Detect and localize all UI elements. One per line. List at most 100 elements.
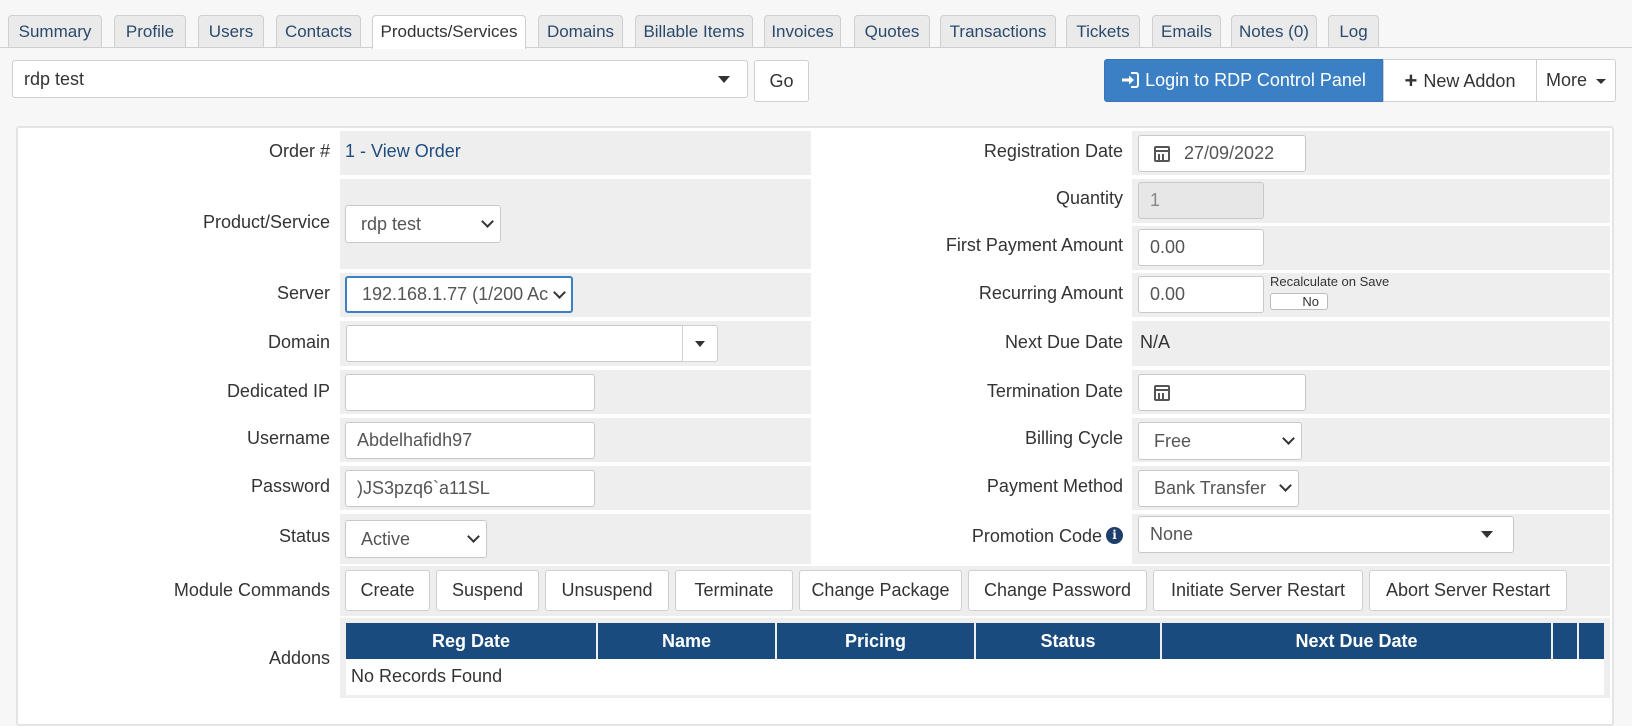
first-payment-value: 0.00	[1150, 237, 1186, 257]
more-label: More	[1545, 70, 1587, 90]
server-select-value: 192.168.1.77 (1/200 Ac	[362, 284, 549, 304]
domain-label: Domain	[267, 332, 330, 352]
domain-dropdown-button[interactable]	[682, 325, 718, 362]
tab-notes[interactable]: Notes (0)	[1231, 15, 1317, 47]
first-payment-label: First Payment Amount	[945, 235, 1123, 255]
reg-date-input[interactable]: 27/09/2022	[1138, 135, 1306, 172]
new-addon-label: New Addon	[1423, 71, 1516, 91]
go-button[interactable]: Go	[754, 60, 809, 102]
next-due-cell	[1132, 321, 1610, 366]
username-value: Abdelhafidh97	[357, 430, 473, 450]
recurring-amount-value: 0.00	[1150, 284, 1186, 304]
tab-products-services[interactable]: Products/Services	[372, 15, 526, 49]
initiate-server-restart-button[interactable]: Initiate Server Restart	[1153, 570, 1363, 611]
server-label: Server	[276, 283, 330, 303]
product-select-value: rdp test	[361, 214, 422, 234]
first-payment-input[interactable]: 0.00	[1138, 229, 1264, 266]
quantity-input: 1	[1138, 182, 1264, 219]
caret-down-icon	[718, 76, 730, 83]
reg-date-value: 27/09/2022	[1184, 143, 1275, 163]
change-password-button[interactable]: Change Password	[968, 570, 1147, 611]
payment-method-label: Payment Method	[986, 476, 1123, 496]
recalculate-label: Recalculate on Save	[1270, 274, 1390, 289]
tab-users[interactable]: Users	[198, 15, 264, 47]
reg-date-label: Registration Date	[983, 141, 1123, 161]
tab-invoices[interactable]: Invoices	[764, 15, 841, 47]
login-control-panel-label: Login to RDP Control Panel	[1145, 70, 1366, 90]
chevron-down-icon	[467, 530, 480, 543]
billing-cycle-value: Free	[1154, 431, 1192, 451]
tab-contacts[interactable]: Contacts	[276, 15, 361, 47]
status-select[interactable]: Active	[345, 520, 487, 558]
column-header-blank	[1579, 623, 1604, 659]
view-order-link[interactable]: 1 - View Order	[345, 141, 461, 162]
username-label: Username	[246, 428, 330, 448]
dedicated-ip-input[interactable]	[345, 374, 595, 411]
calendar-icon	[1154, 146, 1170, 162]
more-dropdown-button[interactable]: More	[1536, 59, 1616, 102]
column-header-name[interactable]: Name	[598, 623, 775, 659]
termination-date-input[interactable]	[1138, 374, 1306, 411]
product-select[interactable]: rdp test	[345, 205, 501, 243]
tab-tickets[interactable]: Tickets	[1066, 15, 1140, 47]
create-button[interactable]: Create	[345, 570, 430, 611]
table-row: No Records Found	[346, 659, 1604, 695]
tab-billable-items[interactable]: Billable Items	[635, 15, 753, 47]
payment-method-select[interactable]: Bank Transfer	[1138, 470, 1299, 507]
unsuspend-button[interactable]: Unsuspend	[545, 570, 669, 611]
new-addon-button[interactable]: + New Addon	[1383, 59, 1537, 102]
plus-icon: +	[1404, 68, 1418, 93]
payment-method-value: Bank Transfer	[1154, 478, 1267, 498]
dedicated-ip-label: Dedicated IP	[226, 381, 330, 401]
password-label: Password	[250, 476, 330, 496]
tab-log[interactable]: Log	[1328, 15, 1379, 47]
termination-label: Termination Date	[986, 381, 1123, 401]
recurring-amount-input[interactable]: 0.00	[1138, 276, 1264, 313]
tab-transactions[interactable]: Transactions	[940, 15, 1056, 47]
password-value: )JS3pzq6`a11SL	[357, 478, 490, 498]
chevron-down-icon	[1282, 432, 1295, 445]
order-label: Order #	[268, 141, 330, 161]
tab-profile[interactable]: Profile	[114, 15, 186, 47]
next-due-label: Next Due Date	[1004, 332, 1123, 352]
chevron-down-icon	[553, 286, 566, 299]
service-selector-value: rdp test	[24, 69, 85, 89]
recalculate-toggle[interactable]: No	[1270, 293, 1328, 310]
chevron-down-icon	[481, 215, 494, 228]
chevron-down-icon	[1279, 479, 1292, 492]
recalculate-toggle-value: No	[1302, 294, 1319, 309]
tab-domains[interactable]: Domains	[538, 15, 623, 47]
column-header-status[interactable]: Status	[976, 623, 1160, 659]
quantity-label: Quantity	[1055, 188, 1123, 208]
column-header-blank	[1553, 623, 1577, 659]
tab-emails[interactable]: Emails	[1152, 15, 1221, 47]
tab-quotes[interactable]: Quotes	[854, 15, 930, 47]
domain-field[interactable]	[346, 325, 714, 362]
billing-cycle-select[interactable]: Free	[1138, 422, 1302, 460]
billing-cycle-label: Billing Cycle	[1024, 428, 1123, 448]
promo-label: Promotion Code	[971, 526, 1102, 546]
caret-down-icon	[695, 341, 705, 347]
caret-down-icon	[1481, 531, 1493, 538]
password-input[interactable]: )JS3pzq6`a11SL	[345, 470, 595, 507]
tab-summary[interactable]: Summary	[8, 15, 102, 47]
info-icon[interactable]: i	[1106, 527, 1123, 544]
next-due-value: N/A	[1140, 332, 1171, 352]
promotion-code-select[interactable]: None	[1138, 516, 1514, 553]
username-input[interactable]: Abdelhafidh97	[345, 422, 595, 459]
abort-server-restart-button[interactable]: Abort Server Restart	[1369, 570, 1567, 611]
sign-in-icon	[1122, 72, 1140, 88]
product-label: Product/Service	[202, 212, 330, 232]
change-package-button[interactable]: Change Package	[799, 570, 962, 611]
quantity-value: 1	[1150, 190, 1161, 210]
terminate-button[interactable]: Terminate	[675, 570, 793, 611]
column-header-pricing[interactable]: Pricing	[777, 623, 974, 659]
addons-label: Addons	[268, 648, 330, 668]
status-label: Status	[278, 526, 330, 546]
column-header-reg-date[interactable]: Reg Date	[346, 623, 596, 659]
suspend-button[interactable]: Suspend	[436, 570, 539, 611]
login-control-panel-button[interactable]: Login to RDP Control Panel	[1104, 59, 1383, 102]
server-select[interactable]: 192.168.1.77 (1/200 Ac	[345, 276, 573, 313]
column-header-next-due-date[interactable]: Next Due Date	[1162, 623, 1551, 659]
service-selector[interactable]: rdp test	[12, 60, 748, 98]
